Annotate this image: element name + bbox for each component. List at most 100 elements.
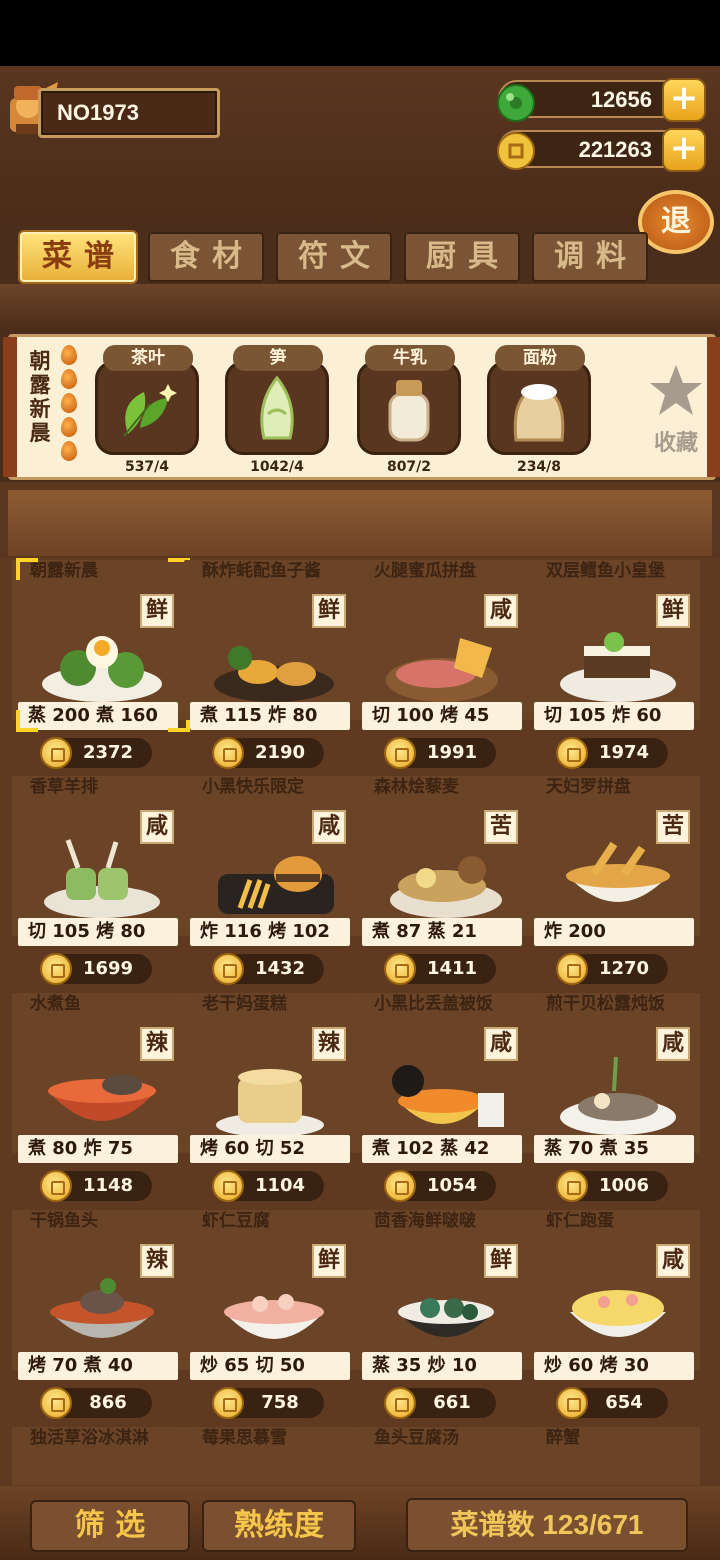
price-tag: 1699 — [40, 953, 152, 985]
coin-amount: 221263 — [578, 137, 652, 162]
recipe-card[interactable]: 鱼头豆腐汤 — [356, 1427, 528, 1485]
price-tag: 1432 — [212, 953, 324, 985]
drop-icon — [61, 417, 77, 437]
price-value: 1148 — [82, 1175, 134, 1196]
recipe-card[interactable]: 双层鳕鱼小皇堡 鲜 切 105 炸 60 1974 — [528, 560, 700, 770]
cooking-stats: 煮 102 蒸 42 — [362, 1135, 522, 1163]
price-value: 1270 — [598, 958, 650, 979]
drop-icon — [61, 393, 77, 413]
coin-resource: 221263 + — [497, 128, 706, 172]
recipe-card[interactable]: 煎干贝松露炖饭 咸 蒸 70 煮 35 1006 — [528, 993, 700, 1203]
cooking-stats: 炸 200 — [534, 918, 694, 946]
drop-icon — [61, 345, 77, 365]
add-coins-button[interactable]: + — [662, 128, 706, 172]
tab-utensils[interactable]: 厨具 — [404, 232, 520, 282]
coin-icon — [497, 132, 535, 170]
dish-image — [398, 1298, 494, 1337]
cooking-stats: 蒸 35 炒 10 — [362, 1352, 522, 1380]
dish-image — [42, 636, 162, 702]
price-tag: 1974 — [556, 737, 668, 769]
player-name-box[interactable]: NO1973 — [38, 88, 220, 138]
jade-amount: 12656 — [590, 87, 652, 112]
recipe-name: 双层鳕鱼小皇堡 — [546, 561, 665, 581]
tab-seasonings[interactable]: 调料 — [532, 232, 648, 282]
price-value: 661 — [433, 1392, 471, 1413]
ingredient-icon-box — [225, 361, 329, 455]
price-value: 1991 — [426, 742, 478, 763]
dish-image — [560, 1056, 676, 1135]
recipe-name: 水煮鱼 — [30, 994, 81, 1014]
recipe-name: 鱼头豆腐汤 — [374, 1428, 459, 1448]
recipe-card[interactable]: 天妇罗拼盘 苦 炸 200 1270 — [528, 776, 700, 986]
dish-image — [224, 1294, 324, 1339]
price-value: 866 — [89, 1392, 127, 1413]
ingredient-icon-box — [357, 361, 461, 455]
jade-resource: 12656 + — [497, 78, 706, 122]
recipe-card[interactable]: 老干妈蛋糕 辣 烤 60 切 52 1104 — [184, 993, 356, 1203]
recipe-card[interactable]: 干锅鱼头 辣 烤 70 煮 40 866 — [12, 1210, 184, 1420]
cooking-stats: 蒸 70 煮 35 — [534, 1135, 694, 1163]
recipe-card[interactable]: 独活草浴冰淇淋 — [12, 1427, 184, 1485]
bamboo-shoot-icon — [260, 375, 294, 440]
coin-icon — [40, 737, 72, 769]
proficiency-button[interactable]: 熟练度 — [202, 1500, 356, 1552]
recipe-name: 天妇罗拼盘 — [546, 777, 631, 797]
cooking-stats: 煮 80 炸 75 — [18, 1135, 178, 1163]
ingredient-slot[interactable]: 面粉 234/8 — [487, 343, 591, 477]
ingredient-slot[interactable]: 笋 1042/4 — [225, 343, 329, 477]
dish-image — [50, 1278, 154, 1338]
milk-jar-icon — [388, 380, 430, 442]
coin-icon — [556, 953, 588, 985]
ingredient-count: 537/4 — [124, 459, 170, 475]
price-value: 1054 — [426, 1175, 478, 1196]
ingredient-count: 234/8 — [516, 459, 562, 475]
ingredient-name: 茶叶 — [103, 345, 193, 371]
recipe-card[interactable]: 小黑比丢盖被饭 咸 煮 102 蒸 42 1054 — [356, 993, 528, 1203]
dish-image — [386, 638, 498, 702]
panel-left-edge — [3, 337, 17, 477]
add-jade-button[interactable]: + — [662, 78, 706, 122]
coin-icon — [556, 1170, 588, 1202]
cooking-stats: 蒸 200 煮 160 — [18, 702, 178, 730]
tea-leaf-icon — [123, 384, 177, 437]
tab-recipes[interactable]: 菜谱 — [20, 232, 136, 282]
favorite-button[interactable]: 收藏 — [641, 353, 711, 463]
coin-icon — [384, 1387, 416, 1419]
recipe-card[interactable]: 虾仁跑蛋 咸 炒 60 烤 30 654 — [528, 1210, 700, 1420]
cooking-stats: 煮 115 炸 80 — [190, 702, 350, 730]
ingredient-slot[interactable]: 茶叶 537/4 — [95, 343, 199, 477]
selection-corner — [16, 710, 38, 732]
status-bar-area — [0, 0, 720, 66]
filter-button[interactable]: 筛 选 — [30, 1500, 190, 1552]
recipe-name: 煎干贝松露炖饭 — [546, 994, 665, 1014]
ingredient-slot[interactable]: 牛乳 807/2 — [357, 343, 461, 477]
recipe-card[interactable]: 小黑快乐限定 咸 炸 116 烤 102 1432 — [184, 776, 356, 986]
tab-ingredients[interactable]: 食材 — [148, 232, 264, 282]
recipe-card[interactable]: 莓果思慕雪 — [184, 1427, 356, 1485]
cooking-stats: 切 105 炸 60 — [534, 702, 694, 730]
tab-runes[interactable]: 符文 — [276, 232, 392, 282]
price-tag: 1054 — [384, 1170, 496, 1202]
price-tag: 1270 — [556, 953, 668, 985]
recipe-card[interactable]: 醉蟹 — [528, 1427, 700, 1485]
dish-image — [48, 1075, 156, 1121]
recipe-card[interactable]: 茴香海鲜啵啵 鲜 蒸 35 炒 10 661 — [356, 1210, 528, 1420]
recipe-name: 小黑快乐限定 — [202, 777, 304, 797]
price-value: 1432 — [254, 958, 306, 979]
coin-icon — [40, 1170, 72, 1202]
drop-icon — [61, 441, 77, 461]
recipe-card[interactable]: 香草羊排 咸 切 105 烤 80 1699 — [12, 776, 184, 986]
recipe-name: 茴香海鲜啵啵 — [374, 1211, 476, 1231]
recipe-card[interactable]: 酥炸蚝配鱼子酱 鲜 煮 115 炸 80 2190 — [184, 560, 356, 770]
price-tag: 2372 — [40, 737, 152, 769]
recipe-card[interactable]: 朝露新晨 鲜 蒸 200 煮 160 2372 — [12, 558, 190, 770]
price-value: 1974 — [598, 742, 650, 763]
recipe-name: 独活草浴冰淇淋 — [30, 1428, 149, 1448]
recipe-card[interactable]: 森林烩藜麦 苦 煮 87 蒸 21 1411 — [356, 776, 528, 986]
recipe-name: 香草羊排 — [30, 777, 98, 797]
recipe-card[interactable]: 虾仁豆腐 鲜 炒 65 切 50 758 — [184, 1210, 356, 1420]
flour-sack-icon — [513, 384, 565, 442]
price-tag: 2190 — [212, 737, 324, 769]
recipe-card[interactable]: 水煮鱼 辣 煮 80 炸 75 1148 — [12, 993, 184, 1203]
recipe-card[interactable]: 火腿蜜瓜拼盘 咸 切 100 烤 45 1991 — [356, 560, 528, 770]
